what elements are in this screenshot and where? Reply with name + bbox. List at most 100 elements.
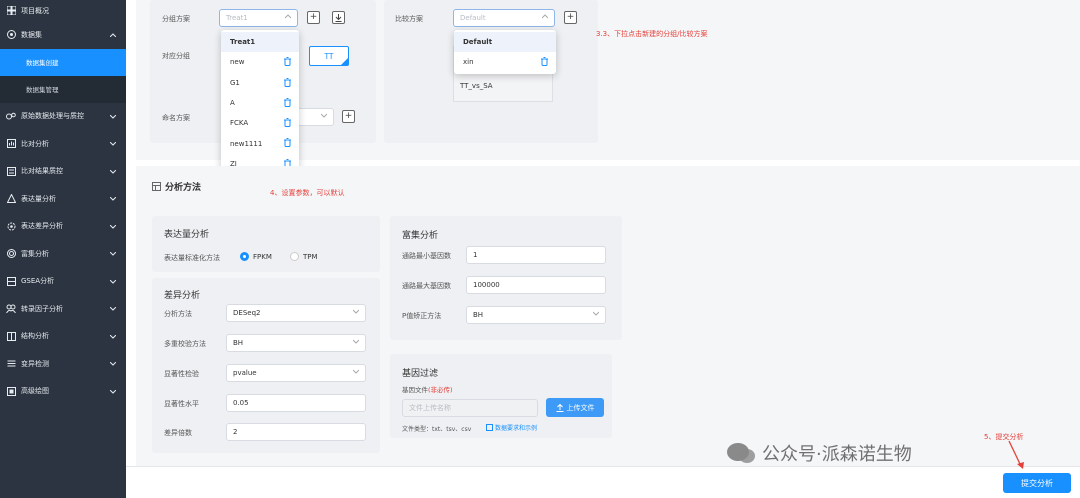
sidebar-subitem-dataset-manage[interactable]: 数据集管理 — [0, 75, 126, 103]
sidebar-item-label: 原始数据处理与质控 — [21, 112, 84, 121]
group-option[interactable]: G1 — [221, 73, 299, 93]
add-compare-button[interactable]: + — [564, 11, 577, 24]
fold-change-input[interactable]: 2 — [226, 423, 366, 441]
file-types-text: 文件类型：txt、tsv、csv — [402, 424, 471, 433]
sig-level-input[interactable]: 0.05 — [226, 394, 366, 412]
main-content: 分组方案 Treat1 + 对应分组 TT 命名方案 + 比较方案 Defaul… — [126, 0, 1080, 498]
chevron-down-icon — [109, 278, 117, 286]
analysis-method-section: 分析方法 4、设置参数，可以默认 表达量分析 表达量标准化方法 FPKM TPM… — [136, 166, 1080, 498]
group-option[interactable]: new1111 — [221, 133, 299, 153]
group-dropdown: Treat1 new G1 A FCKA new1111 ZJ — [221, 30, 299, 174]
group-option[interactable]: FCKA — [221, 113, 299, 133]
gene-file-input[interactable]: 文件上传名称 — [402, 399, 538, 417]
radio-label: TPM — [303, 252, 318, 261]
flask-icon — [6, 111, 16, 121]
example-link[interactable]: 数据要求和示例 — [486, 423, 537, 432]
add-naming-button[interactable]: + — [342, 110, 355, 123]
option-label: new — [230, 58, 245, 67]
group-option[interactable]: A — [221, 93, 299, 113]
group-select[interactable]: Treat1 — [219, 9, 298, 27]
chevron-down-icon — [109, 305, 117, 313]
footer-bar — [126, 466, 1080, 498]
option-label: G1 — [230, 78, 240, 87]
gene-filter-box: 基因过滤 基因文件(非必传) 文件上传名称 上传文件 文件类型：txt、tsv、… — [390, 354, 612, 438]
group-option[interactable]: Treat1 — [221, 32, 299, 53]
input-value: 0.05 — [233, 399, 249, 407]
trash-icon[interactable] — [284, 97, 291, 109]
chevron-down-icon — [109, 113, 117, 121]
gene-file-label: 基因文件(非必传) — [402, 384, 453, 394]
compare-list-item[interactable]: TT_vs_SA — [460, 82, 493, 90]
sidebar-item-enrichment[interactable]: 富集分析 — [0, 240, 126, 268]
book-icon — [6, 331, 16, 341]
chevron-down-icon — [109, 140, 117, 148]
upload-file-button[interactable]: 上传文件 — [546, 398, 604, 417]
sig-test-select[interactable]: pvalue — [226, 364, 366, 382]
add-group-button[interactable]: + — [307, 11, 320, 24]
file-types-label: 文件类型：txt、tsv、csv — [402, 426, 472, 433]
sidebar-item-raw-data-qc[interactable]: 原始数据处理与质控 — [0, 103, 126, 131]
people-icon — [6, 304, 16, 314]
triangle-icon — [6, 194, 16, 204]
sidebar-item-tf[interactable]: 转录因子分析 — [0, 295, 126, 323]
input-value: 100000 — [473, 281, 500, 289]
chevron-down-icon — [109, 388, 117, 396]
group-tag-tt[interactable]: TT — [309, 46, 349, 66]
chevron-up-icon — [284, 14, 292, 22]
compare-option[interactable]: Default — [454, 32, 556, 53]
trash-icon[interactable] — [284, 138, 291, 149]
sidebar-item-expression[interactable]: 表达量分析 — [0, 185, 126, 213]
trash-icon[interactable] — [284, 57, 291, 68]
gene-filter-title: 基因过滤 — [402, 369, 439, 379]
upload-label: 上传文件 — [566, 403, 595, 412]
enrichment-title: 富集分析 — [402, 231, 439, 241]
sidebar-item-diff-expression[interactable]: 表达差异分析 — [0, 213, 126, 241]
sidebar-item-variant[interactable]: 变异检测 — [0, 350, 126, 378]
sidebar-item-gsea[interactable]: GSEA分析 — [0, 268, 126, 296]
sidebar-item-structure[interactable]: 结构分析 — [0, 323, 126, 351]
diff-method-select[interactable]: DESeq2 — [226, 304, 366, 322]
max-genes-input[interactable]: 100000 — [466, 276, 606, 294]
gene-file-label-text: 基因文件 — [402, 386, 428, 394]
compare-select[interactable]: Default — [453, 9, 555, 27]
sidebar-item-advanced-plot[interactable]: 高级绘图 — [0, 378, 126, 406]
diff-method-label: 分析方法 — [164, 310, 192, 318]
min-genes-input[interactable]: 1 — [466, 246, 606, 264]
multi-test-select[interactable]: BH — [226, 334, 366, 352]
group-option[interactable]: new — [221, 52, 299, 72]
sidebar-item-alignment[interactable]: 比对分析 — [0, 130, 126, 158]
sidebar-subitem-dataset-create[interactable]: 数据集创建 — [0, 48, 126, 76]
submit-label: 提交分析 — [1021, 478, 1053, 488]
padj-select[interactable]: BH — [466, 306, 606, 324]
sidebar-item-label: 结构分析 — [21, 332, 49, 341]
sidebar-subitem-label: 数据集创建 — [26, 59, 59, 67]
gene-file-note: (非必传) — [428, 386, 453, 394]
sidebar-item-alignment-qc[interactable]: 比对结果质控 — [0, 158, 126, 186]
upload-icon — [556, 403, 563, 412]
sidebar-item-project-overview[interactable]: 项目概况 — [0, 0, 126, 21]
chevron-down-icon — [109, 168, 117, 176]
compare-option[interactable]: xin — [454, 52, 556, 72]
sidebar-item-label: 转录因子分析 — [21, 304, 63, 313]
sidebar-subitem-label: 数据集管理 — [26, 86, 59, 94]
sidebar-item-label: GSEA分析 — [21, 277, 55, 286]
chevron-down-icon — [352, 369, 360, 377]
annotation-step-3-3: 3.3、下拉点击新建的分组/比较方案 — [596, 30, 708, 38]
download-icon[interactable] — [332, 11, 345, 24]
input-value: 1 — [473, 251, 478, 259]
submit-analysis-button[interactable]: 提交分析 — [1003, 473, 1071, 493]
trash-icon[interactable] — [284, 118, 291, 129]
diff-icon — [6, 359, 16, 369]
padj-label: P值矫正方法 — [402, 312, 442, 320]
trash-icon[interactable] — [284, 77, 291, 89]
sidebar-item-dataset[interactable]: 数据集 — [0, 21, 126, 49]
trash-icon[interactable] — [541, 57, 548, 68]
radio-fpkm[interactable]: FPKM — [240, 252, 272, 261]
annotation-step-4: 4、设置参数，可以默认 — [270, 189, 345, 197]
target-icon — [6, 249, 16, 259]
compare-select-value: Default — [460, 14, 486, 22]
option-label: Default — [463, 38, 493, 47]
sidebar-item-label: 变异检测 — [21, 359, 49, 368]
wechat-icon — [727, 443, 755, 463]
radio-tpm[interactable]: TPM — [290, 252, 318, 261]
